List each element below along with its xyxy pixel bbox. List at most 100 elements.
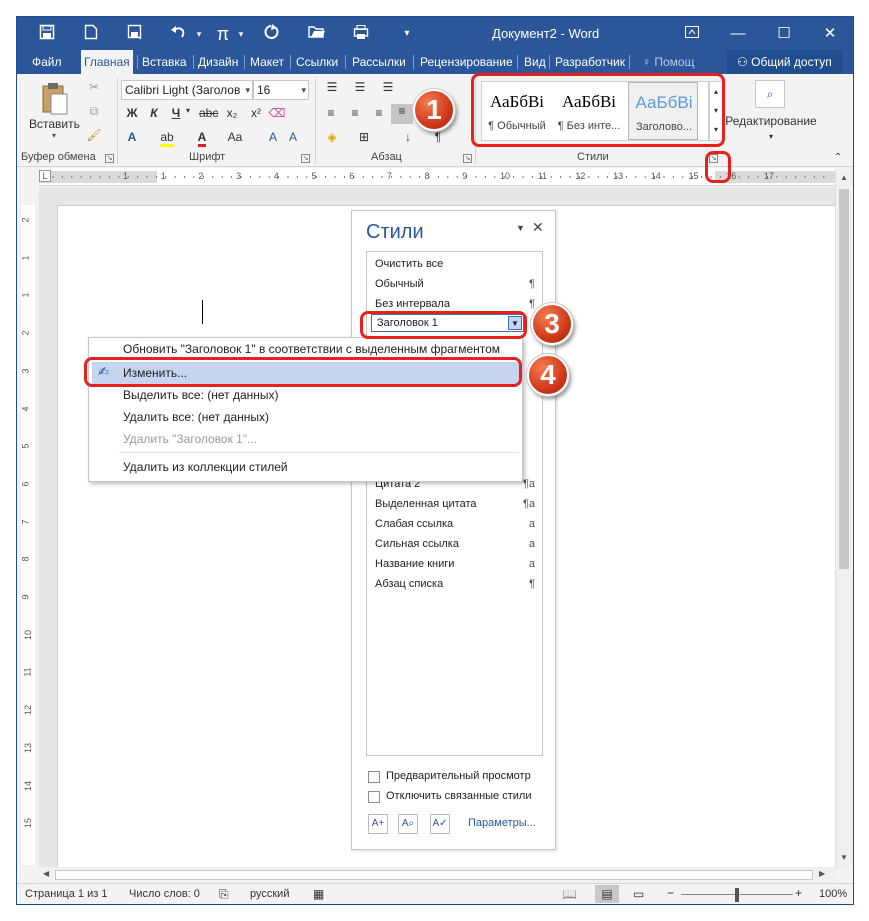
text-effects-icon[interactable]: A: [123, 130, 141, 144]
share-button[interactable]: ⚇ Общий доступ: [727, 50, 842, 74]
scroll-down-icon[interactable]: ▼: [840, 853, 848, 862]
print-layout-icon[interactable]: ▤: [595, 885, 619, 903]
copy-icon[interactable]: ⧉: [85, 104, 103, 122]
close-window-icon[interactable]: ✕: [807, 17, 853, 50]
format-painter-icon[interactable]: 🖌: [85, 128, 103, 146]
tab-mailings[interactable]: Рассылки: [349, 50, 409, 74]
menu-remove-from-gallery[interactable]: Удалить из коллекции стилей: [123, 456, 288, 478]
scroll-thumb[interactable]: [839, 189, 849, 569]
disable-linked-checkbox[interactable]: [368, 791, 380, 803]
clipboard-launcher-icon[interactable]: ↘: [105, 154, 114, 163]
pane-options-icon[interactable]: ▼: [516, 223, 525, 233]
highlight-color-icon[interactable]: ab: [157, 130, 177, 147]
show-marks-icon[interactable]: ¶: [431, 130, 445, 144]
tab-references[interactable]: Ссылки: [293, 50, 341, 74]
tab-review[interactable]: Рецензирование: [417, 50, 516, 74]
subscript-button[interactable]: x₂: [223, 106, 241, 120]
change-case-button[interactable]: Aa: [223, 130, 247, 144]
new-document-icon[interactable]: [81, 24, 101, 44]
preview-checkbox[interactable]: [368, 771, 380, 783]
proofing-icon[interactable]: ⎘: [219, 887, 229, 902]
hscroll-thumb[interactable]: [55, 870, 813, 880]
style-inspector-icon[interactable]: A⌕: [398, 814, 418, 834]
style-item-intense-reference[interactable]: Сильная ссылка a: [375, 534, 535, 554]
equation-dropdown-icon[interactable]: ▾: [231, 24, 251, 44]
options-link[interactable]: Параметры...: [468, 817, 536, 829]
shrink-font-icon[interactable]: A: [283, 130, 303, 144]
scroll-right-icon[interactable]: ▶: [819, 869, 825, 878]
paragraph-launcher-icon[interactable]: ↘: [463, 154, 472, 163]
align-center-icon[interactable]: ≡: [345, 106, 365, 120]
save-as-icon[interactable]: [125, 24, 145, 44]
underline-dropdown-icon[interactable]: ▾: [183, 106, 193, 115]
tab-file[interactable]: Файл: [29, 50, 65, 74]
font-name-combo[interactable]: Calibri Light (Заголов ▾: [121, 80, 253, 100]
search-icon[interactable]: ⌕: [755, 80, 785, 108]
tab-home[interactable]: Главная: [81, 50, 133, 74]
open-folder-icon[interactable]: [307, 24, 327, 44]
menu-delete-all[interactable]: Удалить все: (нет данных): [123, 406, 269, 428]
font-launcher-icon[interactable]: ↘: [301, 154, 310, 163]
maximize-icon[interactable]: ☐: [761, 17, 807, 50]
new-style-icon[interactable]: A+: [368, 814, 388, 834]
macro-icon[interactable]: ▦: [313, 887, 324, 901]
redo-icon[interactable]: [261, 24, 281, 44]
tab-developer[interactable]: Разработчик: [552, 50, 628, 74]
tab-layout[interactable]: Макет: [247, 50, 287, 74]
close-pane-icon[interactable]: ✕: [532, 219, 544, 236]
zoom-out-icon[interactable]: −: [667, 886, 674, 900]
horizontal-scrollbar[interactable]: ◀ ▶: [39, 867, 835, 883]
quick-print-icon[interactable]: [351, 24, 371, 44]
justify-icon[interactable]: ≡: [391, 104, 413, 124]
zoom-slider-thumb[interactable]: [735, 888, 739, 902]
style-item-book-title[interactable]: Название книги a: [375, 554, 535, 574]
tab-insert[interactable]: Вставка: [139, 50, 190, 74]
paste-button[interactable]: Вставить ▾: [29, 82, 80, 142]
collapse-ribbon-icon[interactable]: ⌃: [831, 152, 845, 163]
manage-styles-icon[interactable]: A✓: [430, 814, 450, 834]
style-item-subtle-reference[interactable]: Слабая ссылка a: [375, 514, 535, 534]
strikethrough-button[interactable]: abc: [199, 106, 218, 120]
web-layout-icon[interactable]: ▭: [633, 887, 644, 901]
read-mode-icon[interactable]: 📖: [562, 887, 577, 901]
minimize-icon[interactable]: —: [715, 17, 761, 50]
tell-me-search[interactable]: ♀ Помощ: [639, 50, 697, 74]
clear-formatting-icon[interactable]: ⌫: [267, 106, 287, 120]
word-count[interactable]: Число слов: 0: [129, 888, 200, 900]
font-size-combo[interactable]: 16 ▾: [253, 80, 309, 100]
scroll-left-icon[interactable]: ◀: [43, 869, 49, 878]
numbering-icon[interactable]: ☰: [349, 80, 371, 94]
align-right-icon[interactable]: ≡: [369, 106, 389, 120]
bold-button[interactable]: Ж: [123, 106, 141, 120]
tab-selector-icon[interactable]: L: [39, 170, 51, 182]
tab-view[interactable]: Вид: [521, 50, 549, 74]
save-icon[interactable]: [37, 24, 57, 44]
ribbon-display-options-icon[interactable]: [669, 17, 715, 50]
style-item-clear-all[interactable]: Очистить все: [375, 254, 535, 274]
zoom-in-icon[interactable]: +: [795, 886, 802, 900]
scroll-up-icon[interactable]: ▲: [840, 173, 848, 182]
style-item-normal[interactable]: Обычный ¶: [375, 274, 535, 294]
multilevel-list-icon[interactable]: ☰: [377, 80, 399, 94]
italic-button[interactable]: К: [145, 106, 163, 120]
pi-equation-icon[interactable]: π: [213, 24, 233, 44]
undo-dropdown-icon[interactable]: ▾: [189, 24, 209, 44]
undo-icon[interactable]: [169, 24, 189, 44]
vertical-scrollbar[interactable]: ▲ ▼: [835, 169, 853, 869]
style-item-list-paragraph[interactable]: Абзац списка ¶: [375, 574, 535, 594]
page-count[interactable]: Страница 1 из 1: [25, 888, 107, 900]
language[interactable]: русский: [250, 888, 289, 900]
editing-button[interactable]: Редактирование ▾: [723, 114, 819, 142]
superscript-button[interactable]: x²: [247, 106, 265, 120]
grow-font-icon[interactable]: A: [263, 130, 283, 144]
cut-icon[interactable]: ✂: [85, 80, 103, 98]
shading-icon[interactable]: ◈: [321, 130, 343, 144]
style-item-intense-quote[interactable]: Выделенная цитата ¶a: [375, 494, 535, 514]
font-color-icon[interactable]: A: [193, 130, 211, 147]
bullets-icon[interactable]: ☰: [321, 80, 343, 94]
customize-qat-icon[interactable]: ▾: [397, 24, 417, 44]
tab-design[interactable]: Дизайн: [195, 50, 241, 74]
menu-select-all[interactable]: Выделить все: (нет данных): [123, 384, 279, 406]
align-left-icon[interactable]: ≡: [321, 106, 341, 120]
borders-icon[interactable]: ⊞: [353, 130, 375, 144]
